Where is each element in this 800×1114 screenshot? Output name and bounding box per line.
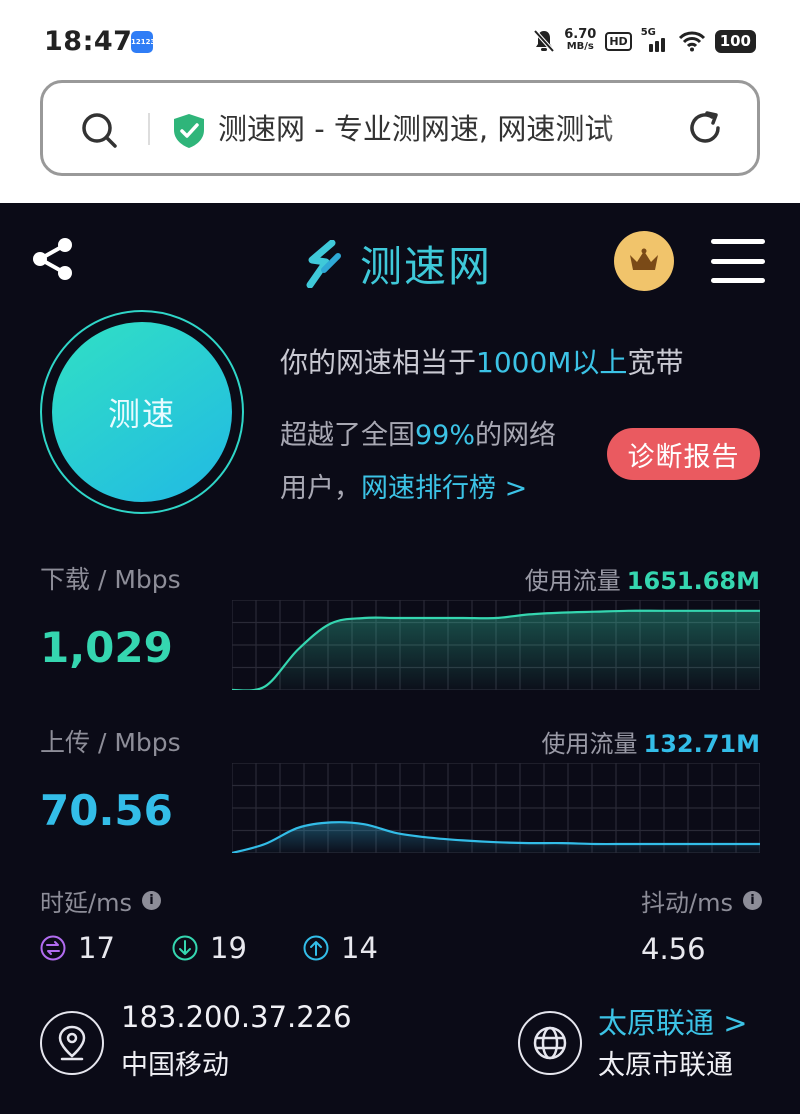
download-value: 1,029: [40, 623, 173, 672]
latency-info-icon[interactable]: i: [141, 891, 161, 910]
jitter-info-icon[interactable]: i: [742, 891, 762, 910]
upload-chart-point-13: [660, 843, 662, 845]
mute-bell-icon: [533, 29, 555, 53]
download-chart-point-1: [264, 685, 266, 687]
upload-chart-point-12: [627, 843, 629, 845]
location-pin-icon: [40, 1011, 104, 1075]
status-indicators: 6.70 MB/s HD 5G 100: [533, 24, 756, 58]
latency-upload: 14: [303, 931, 378, 965]
hd-badge: HD: [605, 31, 632, 51]
download-chart-point-14: [693, 610, 695, 612]
upload-chart-point-4: [363, 823, 365, 825]
url-fade: [598, 105, 673, 153]
shield-check-icon: [174, 114, 204, 148]
upload-chart-point-1: [264, 843, 266, 845]
jitter-value: 4.56: [641, 932, 706, 966]
upload-chart-point-2: [297, 827, 299, 829]
download-chart-point-8: [495, 617, 497, 619]
latency-download: 19: [172, 931, 247, 965]
download-chart-point-7: [462, 617, 464, 619]
download-usage: 使用流量 1651.68M: [524, 567, 760, 595]
upload-chart-point-9: [528, 842, 530, 844]
hamburger-menu-icon[interactable]: [711, 239, 765, 283]
upload-chart-point-3: [330, 821, 332, 823]
download-chart-point-6: [429, 617, 431, 619]
bandwidth-equivalent-value: 1000M以上: [476, 346, 628, 379]
download-label: 下载 / Mbps: [40, 565, 181, 594]
idle-latency-icon: [40, 935, 66, 961]
upload-label: 上传 / Mbps: [40, 728, 181, 757]
network-type: 5G: [640, 27, 656, 38]
upload-chart-point-14: [693, 843, 695, 845]
download-chart-point-5: [396, 617, 398, 619]
beat-percentage-value: 99%: [415, 420, 476, 451]
download-chart-point-4: [363, 617, 365, 619]
address-bar[interactable]: 测速网 - 专业测网速, 网速测试: [40, 80, 760, 176]
beat-percentage: 超越了全国99%的网络: [280, 420, 557, 451]
diagnose-report-button[interactable]: 诊断报告: [607, 428, 760, 480]
download-chart-point-15: [726, 610, 728, 612]
upload-usage: 使用流量 132.71M: [541, 730, 761, 758]
ranking-link[interactable]: 网速排行榜 >: [361, 473, 527, 504]
network-speed-indicator: 6.70 MB/s: [564, 27, 597, 53]
latency-download-value: 19: [210, 931, 247, 965]
ip-address: 183.200.37.226: [121, 1000, 352, 1034]
upload-chart-point-5: [396, 832, 398, 834]
search-icon[interactable]: [79, 110, 119, 150]
ranking-line: 用户，网速排行榜 >: [280, 473, 528, 504]
download-chart: [232, 600, 760, 690]
upload-chart: [232, 763, 760, 853]
download-chart-point-2: [297, 648, 299, 650]
upload-value: 70.56: [40, 786, 173, 835]
download-chart-point-9: [528, 613, 530, 615]
latency-idle: 17: [40, 931, 115, 965]
vip-button[interactable]: [614, 231, 674, 291]
start-speedtest-label: 测速: [107, 395, 176, 433]
upload-chart-point-11: [594, 843, 596, 845]
test-node-link[interactable]: 太原联通 >: [598, 1000, 748, 1042]
upload-latency-icon: [303, 935, 329, 961]
upload-chart-point-6: [429, 837, 431, 839]
app-logo: 测速网: [302, 233, 492, 294]
upload-chart-point-15: [726, 843, 728, 845]
upload-usage-value: 132.71M: [643, 730, 761, 758]
status-time: 18:47: [44, 26, 133, 57]
cellular-signal-icon: 5G: [640, 27, 669, 52]
share-icon[interactable]: [30, 236, 76, 282]
upload-chart-point-10: [561, 842, 563, 844]
download-chart-point-3: [330, 622, 332, 624]
latency-idle-value: 17: [78, 931, 115, 965]
latency-upload-value: 14: [341, 931, 378, 965]
bandwidth-equivalent: 你的网速相当于1000M以上宽带: [280, 346, 684, 379]
globe-icon[interactable]: [518, 1011, 582, 1075]
net-speed-unit: MB/s: [566, 41, 594, 52]
test-node-name: 太原市联通: [598, 1050, 733, 1081]
latency-label: 时延/ms i: [40, 883, 161, 918]
download-latency-icon: [172, 935, 198, 961]
speedtest-app: 测速网 测速 你的网速相当于1000M以上宽带 超越了全国99%的网络 用户，网…: [0, 203, 800, 1114]
wifi-icon: [678, 31, 705, 52]
upload-chart-point-8: [495, 841, 497, 843]
app-notification-icon: 12123: [131, 31, 155, 53]
start-speedtest-button[interactable]: 测速: [52, 322, 232, 502]
net-speed-value: 6.70: [564, 27, 597, 42]
jitter-label: 抖动/ms i: [641, 883, 762, 918]
download-chart-point-11: [594, 611, 596, 613]
isp-name: 中国移动: [121, 1050, 229, 1081]
download-chart-point-13: [660, 610, 662, 612]
address-bar-divider: [148, 113, 150, 145]
status-and-address-bar: 18:47 12123 6.70 MB/s HD 5G 100 测速网 - 专业…: [0, 0, 800, 203]
download-usage-value: 1651.68M: [626, 567, 760, 595]
battery-indicator: 100: [714, 29, 756, 53]
download-chart-point-12: [627, 610, 629, 612]
crown-icon: [630, 248, 658, 270]
download-chart-point-10: [561, 611, 563, 613]
reload-icon[interactable]: [685, 108, 725, 148]
upload-chart-point-7: [462, 839, 464, 841]
logo-text: 测速网: [360, 242, 493, 291]
speed-logo-icon: [306, 239, 341, 288]
